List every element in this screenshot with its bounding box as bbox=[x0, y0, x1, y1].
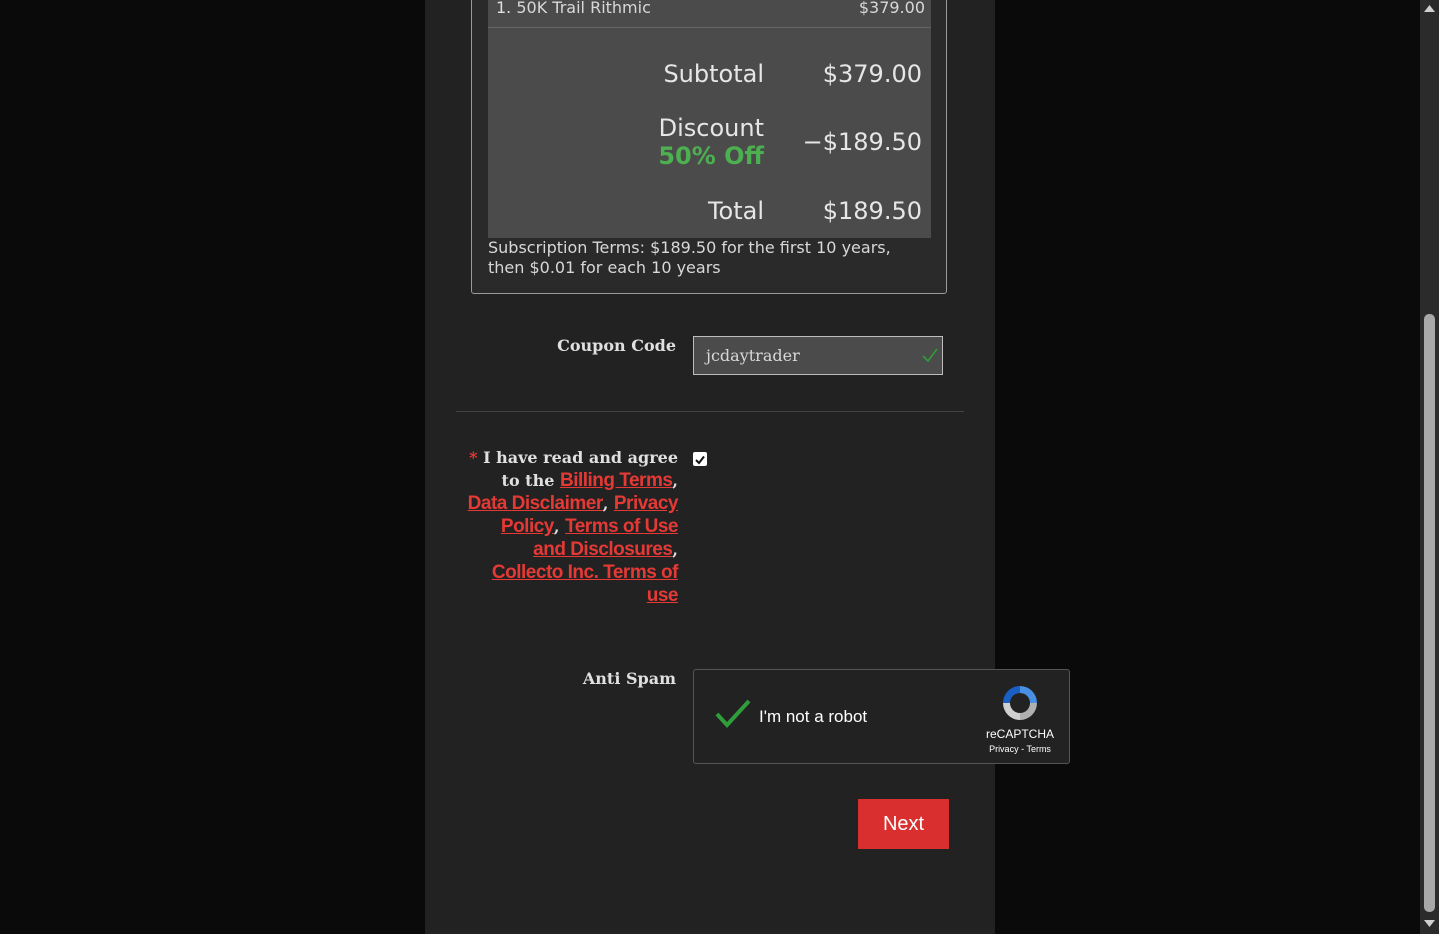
scroll-up-icon[interactable] bbox=[1423, 2, 1436, 16]
discount-value: −$189.50 bbox=[802, 128, 922, 156]
collecto-terms-link[interactable]: Collecto Inc. Terms of use bbox=[492, 562, 679, 606]
line-item-number: 1. bbox=[496, 0, 512, 17]
total-value: $189.50 bbox=[822, 197, 922, 225]
subscription-terms: Subscription Terms: $189.50 for the firs… bbox=[488, 238, 891, 277]
subtotal-label: Subtotal bbox=[663, 60, 764, 88]
data-disclaimer-link[interactable]: Data Disclaimer bbox=[468, 493, 604, 514]
recaptcha-terms-link[interactable]: Terms bbox=[1026, 744, 1051, 754]
summary-divider bbox=[488, 27, 931, 28]
agreement-label: * I have read and agree to the Billing T… bbox=[467, 448, 679, 606]
recaptcha-check-icon[interactable] bbox=[714, 697, 752, 731]
scrollbar-thumb[interactable] bbox=[1424, 314, 1435, 912]
recaptcha-privacy-link[interactable]: Privacy bbox=[989, 744, 1019, 754]
required-mark: * bbox=[469, 448, 478, 467]
next-button[interactable]: Next bbox=[858, 799, 949, 849]
discount-percent: 50% Off bbox=[658, 142, 764, 170]
subtotal-value: $379.00 bbox=[822, 60, 922, 88]
recaptcha-separator: - bbox=[1021, 744, 1025, 754]
section-divider bbox=[456, 411, 964, 412]
recaptcha-links: Privacy - Terms bbox=[976, 744, 1064, 754]
coupon-code-label: Coupon Code bbox=[557, 336, 676, 355]
discount-label: Discount bbox=[658, 114, 764, 142]
terms-of-use-link[interactable]: Terms of Use and Disclosures bbox=[533, 516, 678, 560]
line-item-price: $379.00 bbox=[858, 0, 925, 17]
scroll-down-icon[interactable] bbox=[1423, 916, 1436, 930]
recaptcha-logo-icon bbox=[1003, 686, 1037, 720]
checkbox-check-icon bbox=[695, 455, 705, 465]
check-icon bbox=[922, 348, 938, 363]
coupon-code-input[interactable]: jcdaytrader bbox=[693, 336, 943, 375]
billing-terms-link[interactable]: Billing Terms bbox=[560, 470, 673, 491]
anti-spam-label: Anti Spam bbox=[582, 669, 676, 688]
recaptcha-brand: reCAPTCHA bbox=[985, 727, 1054, 741]
agree-checkbox[interactable] bbox=[693, 452, 707, 466]
total-label: Total bbox=[707, 197, 764, 225]
recaptcha-label: I'm not a robot bbox=[759, 707, 868, 726]
order-line-item: 1. 50K Trail Rithmic $379.00 bbox=[496, 0, 925, 22]
line-item-name: 50K Trail Rithmic bbox=[516, 0, 651, 17]
recaptcha-widget[interactable]: I'm not a robot reCAPTCHA Privacy - Term… bbox=[693, 669, 1070, 764]
